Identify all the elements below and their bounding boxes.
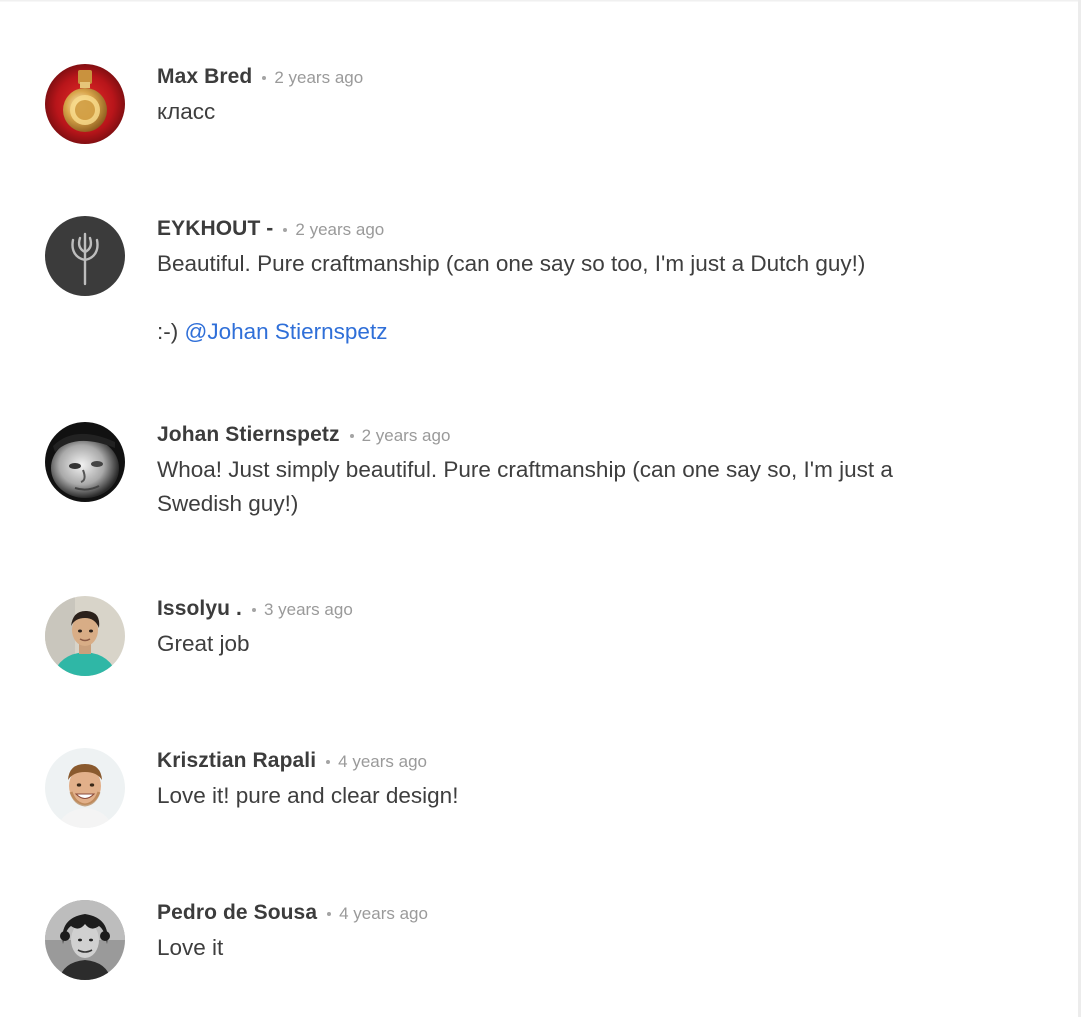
emoticon-text: :-) (157, 319, 185, 344)
separator-dot (327, 911, 332, 916)
bw-portrait-avatar-image (45, 422, 125, 502)
comment-paragraph: Love it (157, 935, 224, 960)
comment-paragraph: Love it! pure and clear design! (157, 783, 459, 808)
comment-text: Love it! pure and clear design! (157, 779, 1005, 813)
comment-meta: Issolyu . 3 years ago (157, 596, 1005, 622)
comment-text: Love it (157, 931, 1005, 965)
comment-meta: Max Bred 2 years ago (157, 64, 1005, 90)
author-name[interactable]: Johan Stiernspetz (157, 423, 340, 446)
comment-meta: Krisztian Rapali 4 years ago (157, 748, 1005, 774)
smiling-man-avatar-image (45, 748, 125, 828)
author-name[interactable]: Pedro de Sousa (157, 901, 317, 924)
avatar[interactable] (45, 748, 125, 828)
timestamp[interactable]: 2 years ago (295, 220, 384, 239)
comment-paragraph: класс (157, 99, 216, 124)
timestamp[interactable]: 2 years ago (362, 426, 451, 445)
comment-text: Beautiful. Pure craftmanship (can one sa… (157, 247, 1005, 349)
author-name[interactable]: Max Bred (157, 65, 252, 88)
comment-meta: Johan Stiernspetz 2 years ago (157, 422, 1005, 448)
comment-meta: EYKHOUT - 2 years ago (157, 216, 1005, 242)
separator-dot (283, 227, 288, 232)
comment-paragraph: Beautiful. Pure craftmanship (can one sa… (157, 251, 866, 276)
user-mention-link[interactable]: @Johan Stiernspetz (185, 319, 388, 344)
curly-hair-bw-avatar-image (45, 900, 125, 980)
author-name[interactable]: EYKHOUT - (157, 217, 273, 240)
timestamp[interactable]: 3 years ago (264, 600, 353, 619)
tree-logo-avatar-image (45, 216, 125, 296)
comment-paragraph: Great job (157, 631, 250, 656)
man-teal-shirt-avatar-image (45, 596, 125, 676)
comment-paragraph: :-) @Johan Stiernspetz (157, 315, 1005, 349)
comment-meta: Pedro de Sousa 4 years ago (157, 900, 1005, 926)
avatar[interactable] (45, 422, 125, 502)
comment-text: Whoa! Just simply beautiful. Pure craftm… (157, 453, 957, 521)
comment-text: класс (157, 95, 1005, 129)
top-shadow (0, 0, 1078, 2)
comment-paragraph: Whoa! Just simply beautiful. Pure craftm… (157, 457, 893, 516)
author-name[interactable]: Issolyu . (157, 597, 242, 620)
timestamp[interactable]: 4 years ago (339, 904, 428, 923)
author-name[interactable]: Krisztian Rapali (157, 749, 316, 772)
separator-dot (326, 759, 331, 764)
avatar[interactable] (45, 216, 125, 296)
avatar[interactable] (45, 64, 125, 144)
timestamp[interactable]: 2 years ago (274, 68, 363, 87)
avatar[interactable] (45, 596, 125, 676)
perfume-bottle-avatar-image (45, 64, 125, 144)
separator-dot (349, 433, 354, 438)
separator-dot (262, 75, 267, 80)
separator-dot (251, 607, 256, 612)
comment-text: Great job (157, 627, 1005, 661)
timestamp[interactable]: 4 years ago (338, 752, 427, 771)
avatar[interactable] (45, 900, 125, 980)
